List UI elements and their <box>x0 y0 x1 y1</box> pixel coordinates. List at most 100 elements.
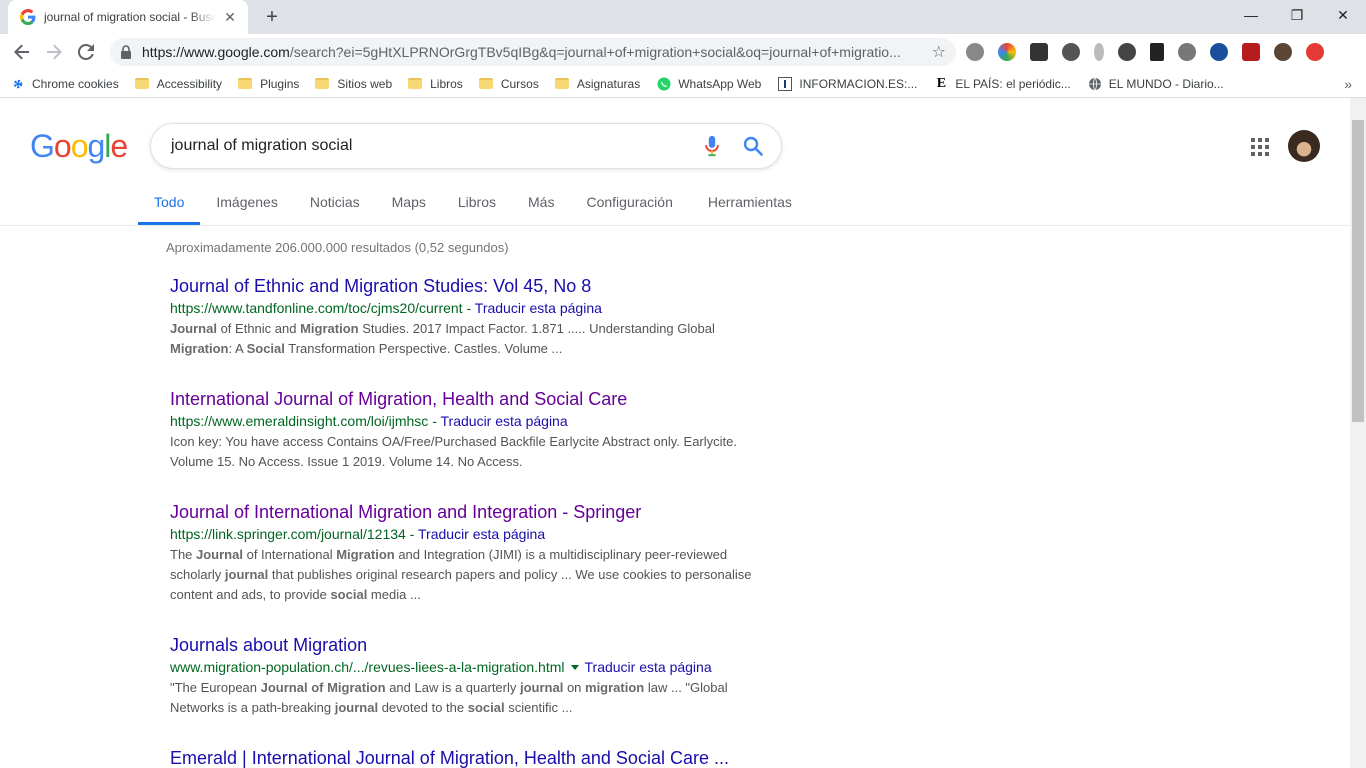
bookmark-item[interactable]: Chrome cookies <box>10 76 119 92</box>
google-favicon-icon <box>20 9 36 25</box>
google-apps-icon[interactable] <box>1251 138 1269 156</box>
tabs-divider <box>0 225 1350 226</box>
extension-w-icon[interactable] <box>1062 43 1080 61</box>
result-title-link[interactable]: Journal of Ethnic and Migration Studies:… <box>170 274 770 298</box>
close-window-button[interactable]: ✕ <box>1320 0 1366 30</box>
tab-libros[interactable]: Libros <box>458 184 496 224</box>
tab-mas[interactable]: Más <box>528 184 554 224</box>
bookmark-item[interactable]: Cursos <box>478 76 539 91</box>
account-avatar[interactable] <box>1288 130 1320 162</box>
bookmark-label: Cursos <box>500 76 539 91</box>
update-alert-icon[interactable] <box>1306 43 1324 61</box>
folder-icon <box>238 78 253 89</box>
arrow-left-icon <box>14 44 29 60</box>
result-url: https://www.tandfonline.com/toc/cjms20/c… <box>170 298 770 318</box>
extension-camera-icon[interactable] <box>1030 43 1048 61</box>
bookmark-label: WhatsApp Web <box>678 76 762 91</box>
bookmark-label: Sitios web <box>337 76 393 91</box>
bookmark-item[interactable]: Libros <box>408 77 463 91</box>
search-result: Journal of Ethnic and Migration Studies:… <box>170 274 770 359</box>
google-logo[interactable]: Google <box>30 128 128 165</box>
address-bar[interactable]: https://www.google.com/search?ei=5gHtXLP… <box>110 38 956 66</box>
extension-hand-icon[interactable] <box>1094 43 1104 61</box>
tab-strip: journal of migration social - Buscar con… <box>0 0 1366 34</box>
restore-button[interactable]: ❐ <box>1274 0 1320 30</box>
new-tab-button[interactable]: + <box>260 5 284 29</box>
tab-title: journal of migration social - Buscar con… <box>44 10 216 24</box>
tab-imagenes[interactable]: Imágenes <box>216 184 277 224</box>
extension-gear-icon[interactable] <box>966 43 984 61</box>
bookmarks-bar: Chrome cookies Accessibility Plugins Sitios… <box>0 70 1366 98</box>
bookmark-item[interactable]: Accessibility <box>134 77 222 91</box>
caret-down-icon[interactable] <box>570 664 579 670</box>
tab-noticias[interactable]: Noticias <box>310 184 360 224</box>
reload-button[interactable] <box>72 38 100 66</box>
result-url: www.migration-population.ch/.../revues-l… <box>170 657 770 677</box>
folder-icon <box>134 78 149 89</box>
translate-link[interactable]: Traducir esta página <box>418 526 545 542</box>
bookmark-item[interactable]: EL MUNDO - Diario... <box>1087 76 1224 92</box>
page-scrollbar[interactable] <box>1350 98 1366 768</box>
result-url-text[interactable]: https://link.springer.com/journal/12134 <box>170 526 406 542</box>
tab-configuracion[interactable]: Configuración <box>586 184 672 224</box>
bookmark-item[interactable]: WhatsApp Web <box>656 76 761 92</box>
bookmark-item[interactable]: Asignaturas <box>554 76 641 91</box>
extension-color-icon[interactable] <box>998 43 1016 61</box>
extension-heart-icon[interactable] <box>1210 43 1228 61</box>
result-url-text[interactable]: www.migration-population.ch/.../revues-l… <box>170 659 565 675</box>
search-result: Journals about Migration www.migration-po… <box>170 633 770 718</box>
url-path: /search?ei=5gHtXLPRNOrGrgTBv5qIBg&q=jour… <box>289 44 901 60</box>
result-snippet: "The European Journal of Migration and L… <box>170 680 728 715</box>
tab-todo[interactable]: Todo <box>137 184 201 225</box>
result-url-text[interactable]: https://www.tandfonline.com/toc/cjms20/c… <box>170 300 463 316</box>
result-url-text[interactable]: https://www.emeraldinsight.com/loi/ijmhs… <box>170 413 428 429</box>
back-button[interactable] <box>8 38 36 66</box>
search-input[interactable]: journal of migration social <box>171 137 703 155</box>
search-tabs: Todo Imágenes Noticias Maps Libros Más Configu… <box>137 184 824 225</box>
extension-m-icon[interactable] <box>1242 43 1260 61</box>
bookmarks-overflow-button[interactable]: » <box>1344 70 1352 98</box>
search-box[interactable]: journal of migration social <box>150 123 782 169</box>
result-title-link[interactable]: Journal of International Migration and I… <box>170 500 770 524</box>
browser-tab[interactable]: journal of migration social - Buscar con… <box>8 0 248 34</box>
result-url: https://link.springer.com/journal/12134 … <box>170 524 770 544</box>
bookmark-item[interactable]: E EL PAÍS: el periódic... <box>933 76 1071 92</box>
informacion-icon <box>777 76 793 92</box>
result-title-link[interactable]: Emerald | International Journal of Migra… <box>170 746 770 768</box>
bookmark-item[interactable]: INFORMACION.ES:... <box>777 76 917 92</box>
bookmark-label: Libros <box>430 76 463 91</box>
forward-button[interactable] <box>40 38 68 66</box>
bookmark-star-icon[interactable]: ☆ <box>932 42 946 62</box>
extension-l-icon[interactable] <box>1150 43 1164 61</box>
result-title-link[interactable]: International Journal of Migration, Heal… <box>170 387 770 411</box>
microphone-icon[interactable] <box>703 135 721 157</box>
globe-icon <box>1087 76 1103 92</box>
folder-icon <box>408 78 423 89</box>
bookmark-label: INFORMACION.ES:... <box>799 76 918 91</box>
profile-avatar-icon[interactable] <box>1274 43 1292 61</box>
extension-icons <box>966 42 1338 62</box>
tab-herramientas[interactable]: Herramientas <box>708 184 792 224</box>
tab-maps[interactable]: Maps <box>392 184 426 224</box>
search-icon[interactable] <box>743 136 763 156</box>
gear-icon <box>10 76 26 92</box>
translate-link[interactable]: Traducir esta página <box>585 659 712 675</box>
bookmark-label: Asignaturas <box>576 76 641 91</box>
minimize-button[interactable]: — <box>1228 0 1274 30</box>
bookmark-item[interactable]: Plugins <box>238 77 299 91</box>
reload-icon <box>78 44 94 60</box>
search-result: International Journal of Migration, Heal… <box>170 387 770 472</box>
close-tab-icon[interactable]: ✕ <box>222 9 238 26</box>
whatsapp-icon <box>656 76 672 92</box>
arrow-right-icon <box>47 44 62 60</box>
translate-link[interactable]: Traducir esta página <box>475 300 602 316</box>
extension-chat-icon[interactable] <box>1178 43 1196 61</box>
scrollbar-thumb[interactable] <box>1352 120 1364 422</box>
result-title-link[interactable]: Journals about Migration <box>170 633 770 657</box>
folder-icon <box>478 78 493 89</box>
translate-link[interactable]: Traducir esta página <box>441 413 568 429</box>
extension-dots-icon[interactable] <box>1118 43 1136 61</box>
bookmark-item[interactable]: Sitios web <box>315 77 392 91</box>
lock-icon <box>121 45 131 59</box>
url-separator: - <box>428 413 441 429</box>
